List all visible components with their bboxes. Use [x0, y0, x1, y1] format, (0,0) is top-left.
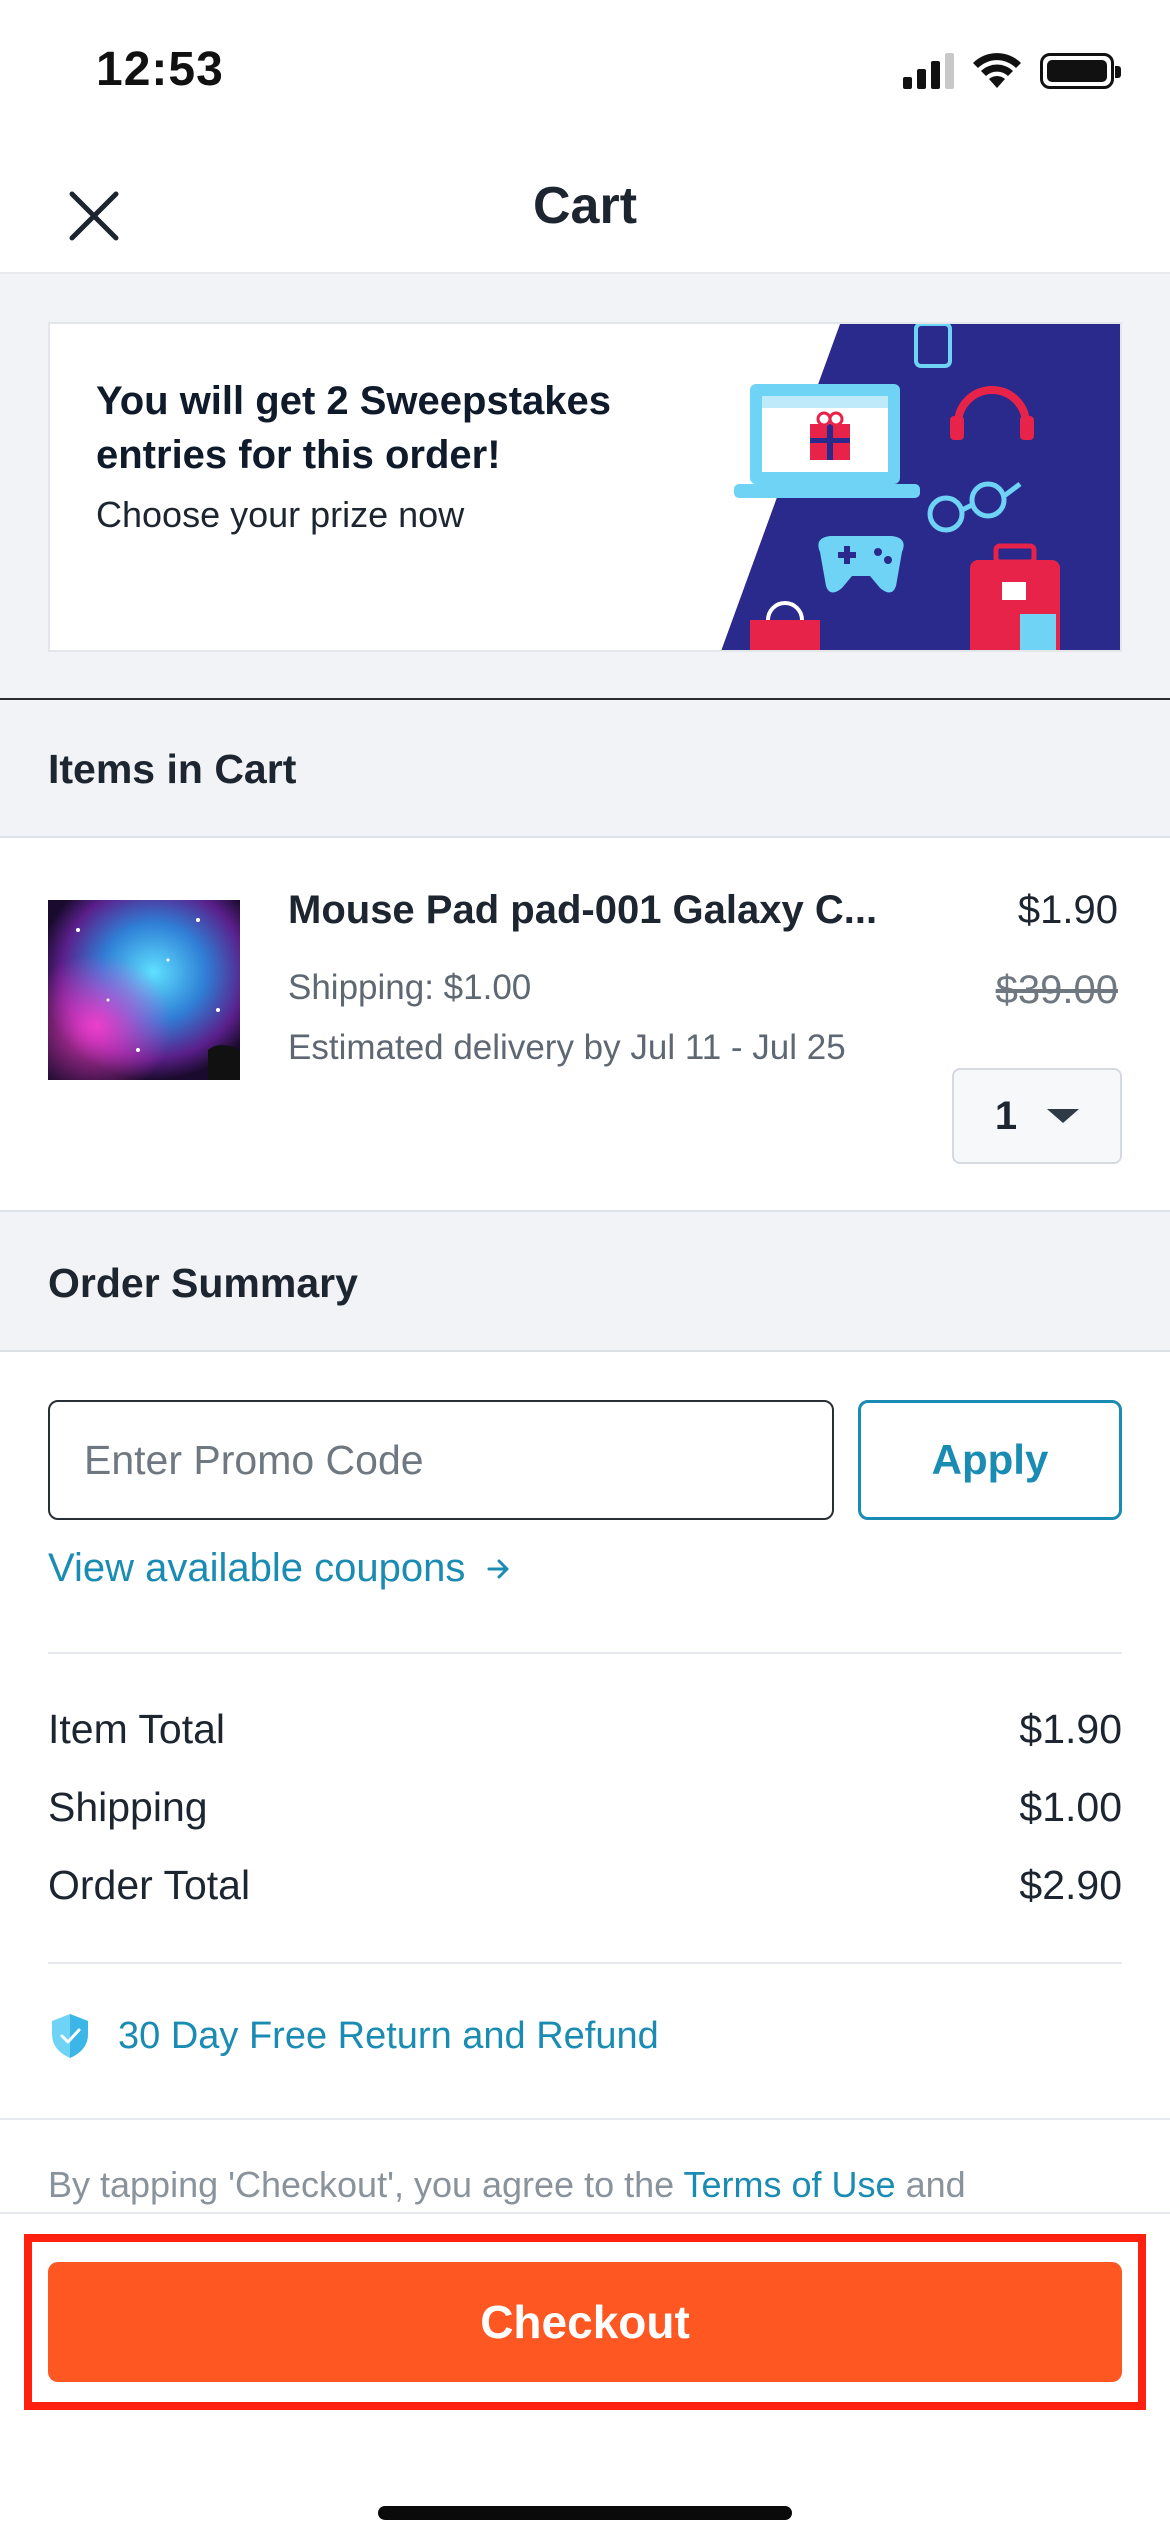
- cart-item[interactable]: Mouse Pad pad-001 Galaxy C... Shipping: …: [0, 836, 1170, 1212]
- order-total-value: $2.90: [1019, 1862, 1122, 1908]
- prize-illustration: [721, 324, 1120, 650]
- banner-subtitle: Choose your prize now: [96, 494, 465, 535]
- shipping-row: Shipping $1.00: [48, 1784, 1122, 1831]
- order-summary-header: Order Summary: [0, 1212, 1170, 1350]
- return-guarantee-link[interactable]: 30 Day Free Return and Refund: [48, 2012, 659, 2060]
- promo-code-input[interactable]: [48, 1400, 834, 1520]
- order-summary: Apply View available coupons Item Total …: [0, 1350, 1170, 2220]
- chevron-down-icon: [1047, 1109, 1080, 1123]
- terms-notice: By tapping 'Checkout', you agree to the …: [48, 2164, 966, 2206]
- shipping-label: Shipping: [48, 1784, 208, 1830]
- item-shipping: Shipping: $1.00: [288, 968, 532, 1007]
- view-coupons-link[interactable]: View available coupons: [48, 1546, 513, 1591]
- page-title: Cart: [532, 177, 638, 235]
- return-guarantee-label: 30 Day Free Return and Refund: [118, 2014, 659, 2057]
- banner-area: You will get 2 Sweepstakes entries for t…: [0, 274, 1170, 700]
- divider: [48, 1652, 1122, 1654]
- order-summary-heading: Order Summary: [48, 1260, 358, 1306]
- product-thumbnail[interactable]: [48, 900, 240, 1080]
- checkout-button[interactable]: Checkout: [48, 2262, 1122, 2382]
- apply-button[interactable]: Apply: [858, 1400, 1122, 1520]
- item-original-price: $39.00: [995, 968, 1118, 1012]
- signal-icon: [903, 53, 954, 89]
- shipping-value: $1.00: [1019, 1784, 1122, 1830]
- divider: [48, 1962, 1122, 1964]
- order-total-row: Order Total $2.90: [48, 1862, 1122, 1909]
- wifi-icon: [973, 53, 1021, 88]
- nav-bar: Cart: [0, 140, 1170, 274]
- view-coupons-label: View available coupons: [48, 1546, 466, 1590]
- item-total-value: $1.90: [1019, 1706, 1122, 1752]
- shield-icon: [52, 2014, 88, 2058]
- items-in-cart-header: Items in Cart: [0, 700, 1170, 836]
- battery-icon: [1040, 53, 1121, 89]
- status-icons: [903, 52, 1121, 90]
- terms-suffix: and: [895, 2164, 966, 2205]
- divider: [0, 2118, 1170, 2120]
- quantity-value: 1: [994, 1093, 1018, 1138]
- terms-of-use-link[interactable]: Terms of Use: [684, 2164, 896, 2205]
- status-time: 12:53: [96, 43, 224, 96]
- banner-title: You will get 2 Sweepstakes entries for t…: [96, 379, 611, 477]
- order-total-label: Order Total: [48, 1862, 251, 1908]
- quantity-select[interactable]: 1: [952, 1068, 1122, 1164]
- home-indicator[interactable]: [378, 2506, 792, 2520]
- checkout-bar: Checkout: [0, 2212, 1170, 2532]
- item-name[interactable]: Mouse Pad pad-001 Galaxy C...: [288, 888, 928, 933]
- sweepstakes-banner[interactable]: You will get 2 Sweepstakes entries for t…: [48, 322, 1122, 652]
- arrow-right-icon: [487, 1559, 509, 1578]
- item-price: $1.90: [1017, 888, 1118, 932]
- terms-prefix: By tapping 'Checkout', you agree to the: [48, 2164, 684, 2205]
- item-total-row: Item Total $1.90: [48, 1706, 1122, 1753]
- status-bar: 12:53: [0, 0, 1170, 140]
- items-in-cart-heading: Items in Cart: [48, 746, 297, 792]
- item-delivery-estimate: Estimated delivery by Jul 11 - Jul 25: [288, 1028, 846, 1067]
- item-total-label: Item Total: [48, 1706, 225, 1752]
